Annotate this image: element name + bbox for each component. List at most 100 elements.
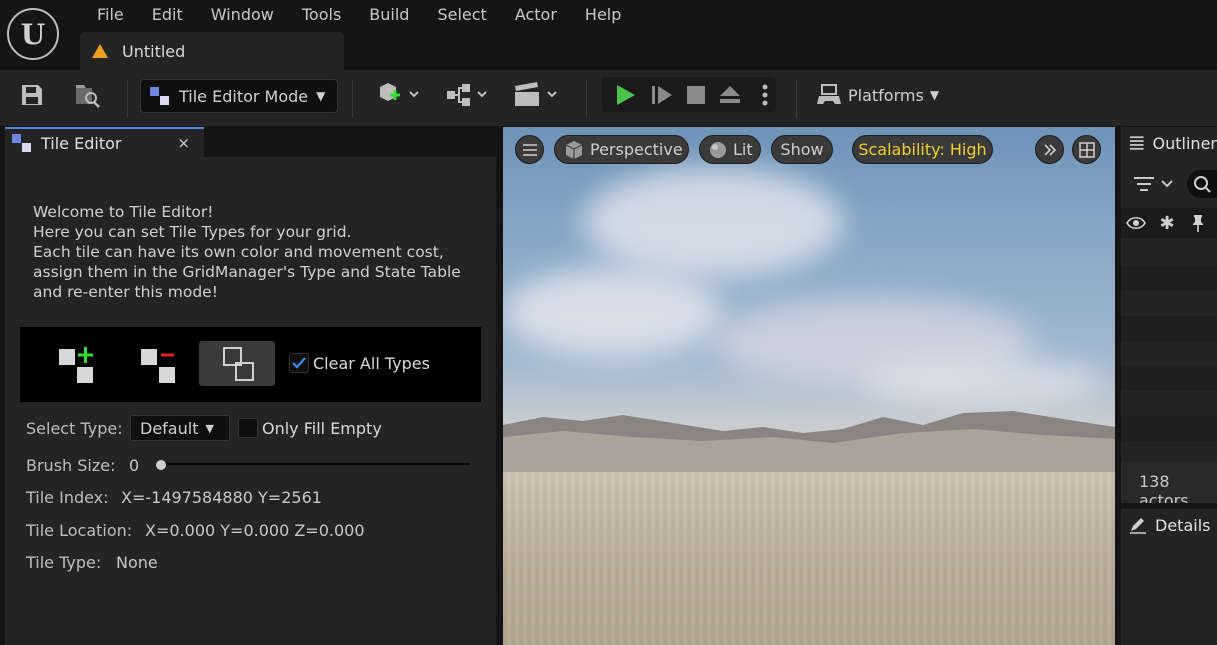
blueprint-button[interactable] [442, 80, 492, 110]
perspective-label: Perspective [590, 140, 683, 159]
checkmark-icon [292, 357, 306, 369]
menu-file[interactable]: File [83, 4, 138, 26]
show-button[interactable]: Show [771, 135, 833, 164]
viewport-layout-icon[interactable] [1072, 135, 1101, 164]
clear-all-types-checkbox[interactable] [289, 353, 309, 373]
close-icon[interactable]: × [177, 134, 190, 152]
unreal-logo-icon[interactable]: U [7, 8, 59, 60]
tile-type-value: None [116, 553, 158, 572]
chevron-down-icon: ▼ [316, 89, 326, 103]
remove-tile-type-icon[interactable] [134, 341, 180, 385]
brush-size-label: Brush Size: [26, 456, 116, 475]
brush-size-value: 0 [129, 456, 140, 475]
cube-icon [565, 140, 583, 159]
add-actor-icon [380, 83, 419, 101]
sky-cloud [863, 357, 1103, 407]
only-fill-empty-checkbox[interactable] [238, 418, 258, 438]
outliner-row[interactable] [1121, 366, 1217, 391]
outliner-tab[interactable]: Outliner [1121, 127, 1217, 159]
lit-label: Lit [733, 140, 753, 159]
scalability-label: Scalability: High [858, 140, 987, 159]
mode-label: Tile Editor Mode [179, 86, 309, 106]
menu-window[interactable]: Window [197, 4, 288, 26]
menu-tools[interactable]: Tools [288, 4, 355, 26]
sphere-icon [710, 141, 726, 158]
menu-build[interactable]: Build [355, 4, 423, 26]
menu-bar: File Edit Window Tools Build Select Acto… [83, 4, 635, 26]
blueprint-icon [447, 84, 487, 106]
play-options-icon[interactable] [756, 80, 774, 110]
brush-size-slider-handle[interactable] [156, 460, 166, 470]
tile-type-label: Tile Type: [26, 553, 102, 572]
outliner-tab-title: Outliner [1152, 133, 1217, 153]
toolbar-separator [586, 80, 587, 118]
filter-dropdown[interactable] [1130, 172, 1178, 196]
tile-editor-mode-icon [12, 134, 31, 152]
visibility-eye-icon[interactable] [1125, 212, 1147, 234]
outliner-row[interactable] [1121, 266, 1217, 291]
viewport-menu-icon[interactable] [515, 135, 544, 164]
only-fill-empty-label: Only Fill Empty [262, 419, 382, 438]
level-viewport[interactable] [503, 127, 1115, 645]
lit-button[interactable]: Lit [699, 135, 761, 164]
platforms-label: Platforms [848, 85, 924, 105]
asterisk-icon[interactable]: ✱ [1157, 212, 1177, 234]
clear-all-types-label: Clear All Types [313, 354, 430, 373]
chevron-down-icon: ▼ [205, 421, 214, 435]
welcome-text: Welcome to Tile Editor! Here you can set… [33, 203, 461, 301]
scalability-button[interactable]: Scalability: High [852, 135, 993, 164]
add-actor-button[interactable] [372, 80, 424, 110]
play-icon[interactable] [610, 80, 640, 110]
tile-editor-mode-dropdown[interactable]: Tile Editor Mode ▼ [140, 79, 338, 113]
perspective-button[interactable]: Perspective [554, 135, 689, 164]
outliner-icon [1129, 136, 1144, 150]
tile-editor-tab[interactable]: Tile Editor × [5, 127, 204, 157]
toolbar-separator [127, 80, 128, 118]
eject-icon[interactable] [715, 80, 745, 110]
menu-actor[interactable]: Actor [501, 4, 571, 26]
expand-toolbar-icon[interactable] [1035, 135, 1064, 164]
details-tab[interactable]: Details [1121, 509, 1217, 541]
tile-location-label: Tile Location: [26, 521, 133, 540]
select-type-label: Select Type: [26, 419, 123, 438]
document-tab[interactable]: Untitled [80, 32, 344, 70]
sky-cloud [583, 167, 843, 277]
clapperboard-icon [515, 82, 557, 106]
cinematics-button[interactable] [510, 80, 562, 110]
select-type-value: Default [140, 418, 199, 438]
pin-icon[interactable] [1188, 212, 1208, 234]
select-type-dropdown[interactable]: Default ▼ [130, 415, 230, 441]
brush-size-slider[interactable] [160, 463, 470, 465]
save-icon[interactable] [18, 81, 46, 109]
stop-icon[interactable] [681, 80, 711, 110]
outliner-row[interactable] [1121, 316, 1217, 341]
add-tile-type-icon[interactable] [52, 341, 98, 385]
toolbar-separator [352, 80, 353, 118]
filter-icon [1134, 177, 1173, 191]
details-tab-title: Details [1155, 515, 1211, 535]
details-pencil-icon [1130, 518, 1146, 534]
outliner-search-input[interactable] [1187, 170, 1217, 198]
show-label: Show [780, 140, 824, 159]
platforms-dropdown[interactable]: Platforms ▼ [816, 80, 939, 110]
chevron-down-icon: ▼ [929, 88, 940, 102]
tile-editor-tab-title: Tile Editor [41, 133, 122, 153]
tile-index-value: X=-1497584880 Y=2561 [121, 488, 322, 507]
tile-editor-mode-icon [150, 87, 169, 105]
document-tab-label: Untitled [122, 41, 186, 61]
mountain-range [503, 411, 1115, 477]
toolbar-separator [796, 80, 797, 118]
ground-plane [503, 472, 1115, 645]
menu-edit[interactable]: Edit [138, 4, 197, 26]
tile-location-value: X=0.000 Y=0.000 Z=0.000 [145, 521, 365, 540]
select-tiles-icon [212, 343, 262, 383]
menu-select[interactable]: Select [423, 4, 500, 26]
level-warning-icon [92, 44, 108, 58]
gamepad-icon [817, 84, 841, 104]
sky-cloud [503, 267, 723, 357]
menu-help[interactable]: Help [571, 4, 635, 26]
tile-index-label: Tile Index: [26, 488, 109, 507]
advance-frame-icon[interactable] [647, 80, 677, 110]
browse-content-icon[interactable] [72, 81, 102, 109]
outliner-row[interactable] [1121, 416, 1217, 441]
